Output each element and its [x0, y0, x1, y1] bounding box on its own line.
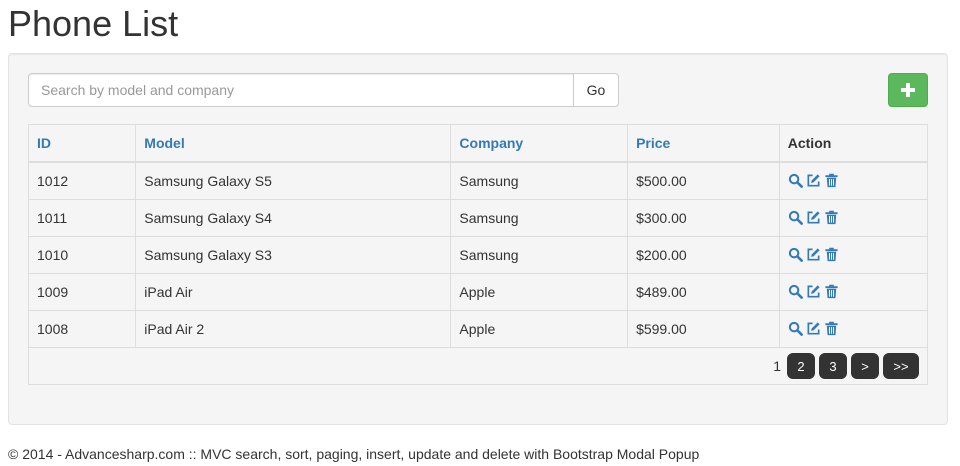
cell-company: Samsung [450, 236, 629, 274]
trash-icon [825, 247, 838, 262]
cell-actions [779, 236, 927, 274]
edit-icon [807, 248, 820, 261]
cell-company: Apple [450, 273, 629, 311]
cell-company: Samsung [450, 199, 629, 237]
search-group: Go [28, 73, 619, 107]
delete-button[interactable] [824, 284, 840, 300]
edit-icon [807, 285, 820, 298]
cell-model: iPad Air [135, 273, 452, 311]
table-row: 1009 iPad Air Apple $489.00 [29, 273, 927, 311]
table-row: 1010 Samsung Galaxy S3 Samsung $200.00 [29, 236, 927, 274]
delete-button[interactable] [824, 210, 840, 226]
cell-id: 1008 [29, 310, 137, 348]
trash-icon [825, 284, 838, 299]
trash-icon [825, 174, 838, 188]
edit-button[interactable] [806, 210, 822, 226]
row-actions [788, 284, 919, 300]
edit-icon [807, 174, 820, 187]
cell-id: 1011 [29, 199, 137, 237]
sort-by-model[interactable]: Model [135, 125, 452, 163]
current-page: 1 [773, 358, 781, 374]
phone-table-container: ID Model Company Price Action 1012 Samsu… [28, 124, 928, 385]
sort-by-id[interactable]: ID [29, 125, 137, 163]
edit-button[interactable] [806, 173, 822, 189]
edit-icon [807, 322, 820, 335]
phone-list-panel: Go ID Model Company Price Action [8, 53, 948, 425]
next-page-button[interactable]: > [851, 353, 879, 379]
cell-price: $489.00 [627, 273, 780, 311]
page-3-button[interactable]: 3 [819, 353, 847, 379]
search-input[interactable] [28, 73, 574, 107]
cell-price: $599.00 [627, 310, 780, 348]
cell-id: 1009 [29, 273, 137, 311]
cell-id: 1010 [29, 236, 137, 274]
cell-model: Samsung Galaxy S3 [135, 236, 452, 274]
table-header-row: ID Model Company Price Action [29, 125, 927, 163]
table-row: 1011 Samsung Galaxy S4 Samsung $300.00 [29, 199, 927, 237]
search-icon [789, 247, 804, 262]
sort-by-price[interactable]: Price [627, 125, 780, 163]
search-icon [789, 284, 804, 299]
cell-actions [779, 199, 927, 237]
cell-company: Apple [450, 310, 629, 348]
search-icon [789, 321, 804, 336]
trash-icon [825, 210, 838, 225]
sort-by-company[interactable]: Company [450, 125, 629, 163]
footer-text: © 2014 - Advancesharp.com :: MVC search,… [8, 446, 700, 462]
view-button[interactable] [788, 321, 804, 337]
pagination: 1 2 3 > >> [773, 353, 919, 379]
cell-actions [779, 310, 927, 348]
cell-company: Samsung [450, 162, 629, 200]
cell-actions [779, 273, 927, 311]
edit-button[interactable] [806, 284, 822, 300]
delete-button[interactable] [824, 321, 840, 337]
action-header: Action [779, 125, 927, 163]
cell-model: iPad Air 2 [135, 310, 452, 348]
edit-icon [807, 211, 820, 224]
row-actions [788, 210, 919, 226]
last-page-button[interactable]: >> [883, 353, 919, 379]
delete-button[interactable] [824, 247, 840, 263]
table-row: 1008 iPad Air 2 Apple $599.00 [29, 310, 927, 348]
delete-button[interactable] [824, 173, 840, 189]
page-2-button[interactable]: 2 [787, 353, 815, 379]
add-phone-button[interactable] [888, 73, 928, 107]
phone-table: ID Model Company Price Action 1012 Samsu… [29, 125, 927, 348]
go-button[interactable]: Go [574, 73, 619, 107]
view-button[interactable] [788, 210, 804, 226]
row-actions [788, 321, 919, 337]
cell-model: Samsung Galaxy S4 [135, 199, 452, 237]
search-icon [789, 210, 804, 225]
search-icon [789, 174, 804, 189]
plus-icon [901, 83, 915, 97]
edit-button[interactable] [806, 247, 822, 263]
edit-button[interactable] [806, 321, 822, 337]
cell-actions [779, 162, 927, 200]
cell-model: Samsung Galaxy S5 [135, 162, 452, 200]
view-button[interactable] [788, 284, 804, 300]
cell-price: $200.00 [627, 236, 780, 274]
cell-id: 1012 [29, 162, 137, 200]
page-title: Phone List [8, 3, 179, 44]
row-actions [788, 247, 919, 263]
view-button[interactable] [788, 247, 804, 263]
view-button[interactable] [788, 173, 804, 189]
cell-price: $300.00 [627, 199, 780, 237]
cell-price: $500.00 [627, 162, 780, 200]
table-row: 1012 Samsung Galaxy S5 Samsung $500.00 [29, 162, 927, 200]
trash-icon [825, 321, 838, 336]
row-actions [788, 173, 919, 189]
